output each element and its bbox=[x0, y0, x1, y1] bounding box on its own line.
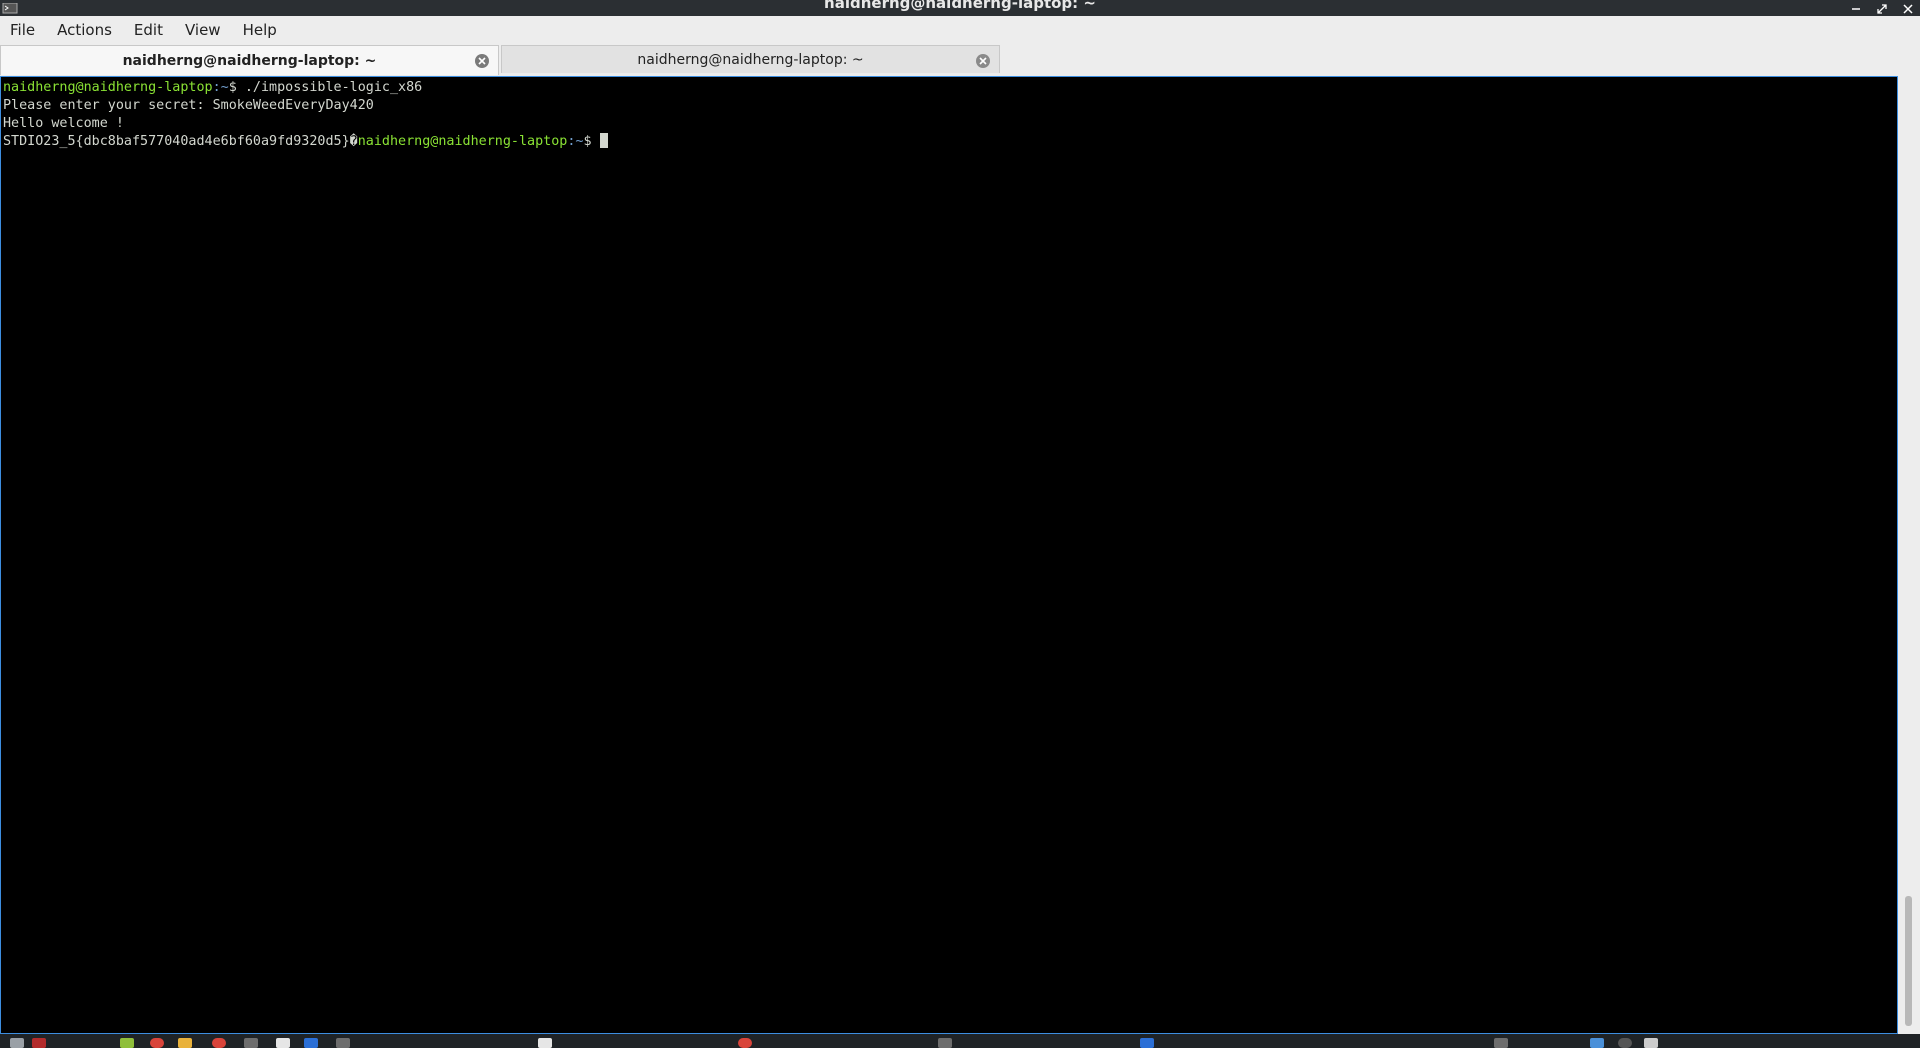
editor-task-icon[interactable] bbox=[1140, 1038, 1154, 1048]
minimize-icon[interactable] bbox=[1850, 0, 1862, 12]
terminal-scrollbar[interactable] bbox=[1899, 76, 1920, 1034]
menu-help[interactable]: Help bbox=[233, 21, 287, 39]
browser-task-icon[interactable] bbox=[738, 1038, 752, 1048]
tab-close-icon[interactable] bbox=[474, 53, 490, 69]
menu-edit[interactable]: Edit bbox=[124, 21, 173, 39]
volume-icon[interactable] bbox=[1618, 1038, 1632, 1048]
network-icon[interactable] bbox=[1590, 1038, 1604, 1048]
terminal-line: Hello welcome ! bbox=[3, 116, 124, 131]
terminal-line: naidherng@naidherng-laptop:~$ ./impossib… bbox=[3, 79, 1895, 97]
close-icon[interactable] bbox=[1902, 0, 1914, 14]
terminal-output[interactable]: naidherng@naidherng-laptop:~$ ./impossib… bbox=[0, 76, 1898, 1034]
battery-icon[interactable] bbox=[1644, 1038, 1658, 1048]
prompt-path: :~ bbox=[212, 80, 229, 95]
tab-bar: naidherng@naidherng-laptop: ~ naidherng@… bbox=[0, 45, 1920, 75]
taskbar bbox=[0, 1034, 1920, 1048]
prompt-dollar: $ bbox=[583, 134, 592, 149]
app-launcher-icon[interactable] bbox=[32, 1038, 46, 1048]
terminal-task-icon[interactable] bbox=[938, 1038, 952, 1048]
terminal-icon[interactable] bbox=[244, 1038, 258, 1048]
window-title: naidherng@naidherng-laptop: ~ bbox=[824, 0, 1096, 12]
chrome-icon[interactable] bbox=[212, 1038, 226, 1048]
tray-icon[interactable] bbox=[1494, 1038, 1508, 1048]
terminal-line: Please enter your secret: SmokeWeedEvery… bbox=[3, 98, 374, 113]
document-task-icon[interactable] bbox=[538, 1038, 552, 1048]
tab-label: naidherng@naidherng-laptop: ~ bbox=[122, 52, 377, 69]
menu-bar: File Actions Edit View Help bbox=[0, 16, 1920, 44]
prompt-user: naidherng@naidherng-laptop bbox=[3, 80, 213, 95]
terminal-line: STDIO23_5{dbc8baf577040ad4e6bf60a9fd9320… bbox=[3, 133, 1895, 151]
terminal-task-icon[interactable] bbox=[336, 1038, 350, 1048]
command-text: ./impossible-logic_x86 bbox=[236, 80, 423, 95]
files-icon[interactable] bbox=[120, 1038, 134, 1048]
star-icon[interactable] bbox=[178, 1038, 192, 1048]
title-bar: naidherng@naidherng-laptop: ~ bbox=[0, 0, 1920, 16]
maximize-icon[interactable] bbox=[1876, 0, 1888, 14]
prompt-dollar: $ bbox=[228, 80, 237, 95]
text-cursor bbox=[599, 133, 608, 148]
tab-terminal-2[interactable]: naidherng@naidherng-laptop: ~ bbox=[501, 45, 1000, 73]
start-menu-icon[interactable] bbox=[10, 1038, 24, 1048]
window-icon[interactable] bbox=[304, 1038, 318, 1048]
tab-label: naidherng@naidherng-laptop: ~ bbox=[637, 51, 864, 68]
menu-file[interactable]: File bbox=[0, 21, 45, 39]
document-icon[interactable] bbox=[276, 1038, 290, 1048]
menu-actions[interactable]: Actions bbox=[47, 21, 122, 39]
terminal-window: naidherng@naidherng-laptop: ~ File Actio… bbox=[0, 0, 1920, 1048]
browser-icon[interactable] bbox=[150, 1038, 164, 1048]
menu-view[interactable]: View bbox=[175, 21, 231, 39]
prompt-user: naidherng@naidherng-laptop bbox=[357, 134, 568, 149]
tab-close-icon[interactable] bbox=[975, 53, 991, 69]
prompt-path: :~ bbox=[567, 134, 584, 149]
tab-terminal-1[interactable]: naidherng@naidherng-laptop: ~ bbox=[0, 45, 499, 75]
scrollbar-thumb[interactable] bbox=[1905, 896, 1912, 1026]
program-output: STDIO23_5{dbc8baf577040ad4e6bf60a9fd9320… bbox=[3, 134, 358, 149]
